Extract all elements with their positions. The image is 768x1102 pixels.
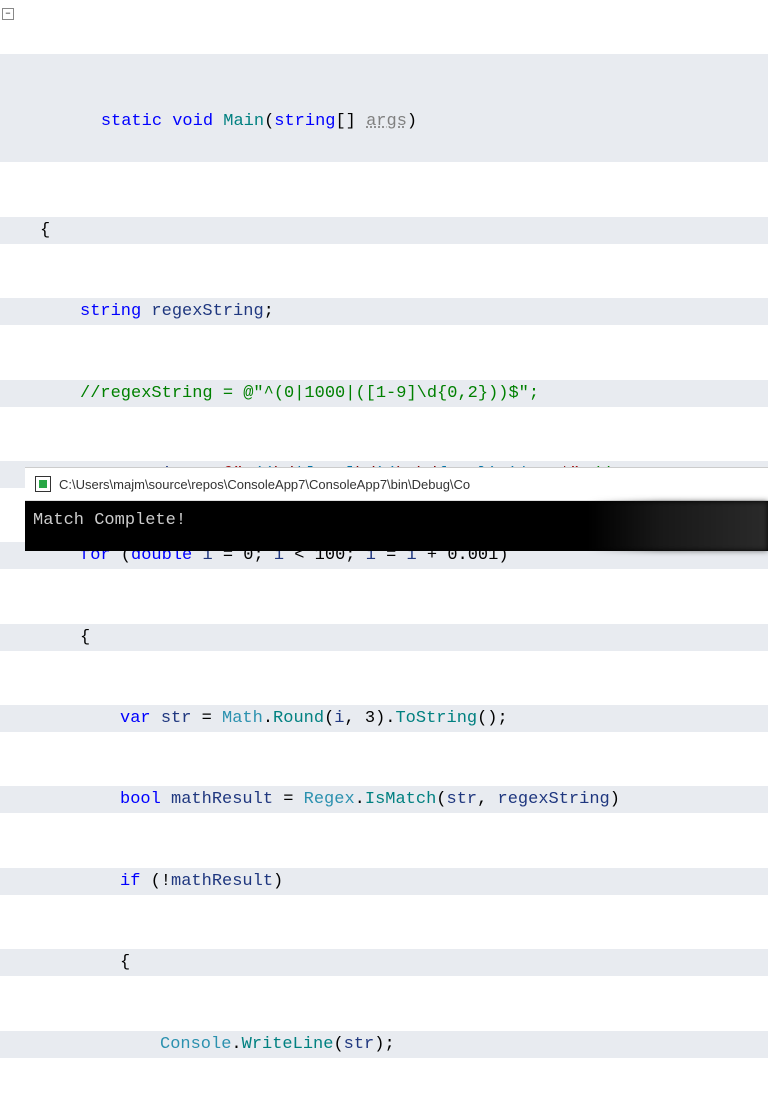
code-line: { bbox=[0, 217, 768, 244]
code-editor[interactable]: − static void Main(string[] args) { stri… bbox=[0, 0, 768, 1102]
console-titlebar[interactable]: C:\Users\majm\source\repos\ConsoleApp7\C… bbox=[25, 468, 768, 501]
code-line: { bbox=[0, 949, 768, 976]
code-line: bool mathResult = Regex.IsMatch(str, reg… bbox=[0, 786, 768, 813]
code-line-comment: //regexString = @"^(0|1000|([1-9]\d{0,2}… bbox=[0, 380, 768, 407]
code-line: var str = Math.Round(i, 3).ToString(); bbox=[0, 705, 768, 732]
collapse-icon[interactable]: − bbox=[2, 8, 14, 20]
code-line: Console.WriteLine(str); bbox=[0, 1031, 768, 1058]
console-text: Match Complete! bbox=[33, 511, 186, 530]
console-icon bbox=[35, 476, 51, 492]
console-window: C:\Users\majm\source\repos\ConsoleApp7\C… bbox=[25, 467, 768, 551]
code-line: { bbox=[0, 624, 768, 651]
code-line: − static void Main(string[] args) bbox=[0, 54, 768, 162]
console-title: C:\Users\majm\source\repos\ConsoleApp7\C… bbox=[59, 477, 470, 492]
code-line: string regexString; bbox=[0, 298, 768, 325]
console-output[interactable]: Match Complete! bbox=[25, 501, 768, 551]
code-line: if (!mathResult) bbox=[0, 868, 768, 895]
console-blur bbox=[588, 501, 768, 551]
